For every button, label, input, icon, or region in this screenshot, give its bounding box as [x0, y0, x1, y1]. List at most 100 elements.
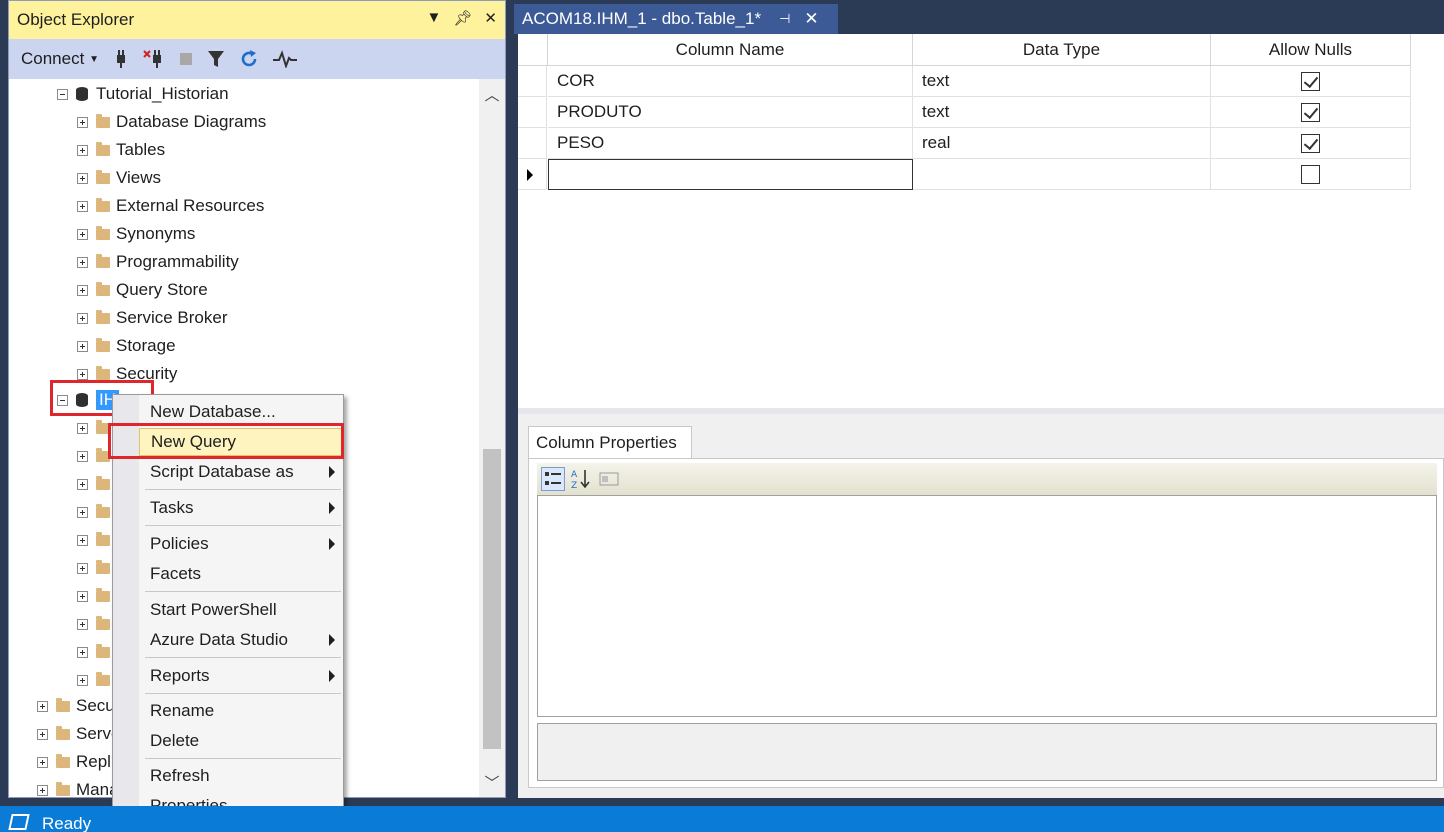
expand-icon[interactable] [77, 200, 88, 212]
tree-node-ihm-child[interactable] [77, 415, 116, 441]
tree-node-security[interactable]: Security [77, 361, 177, 387]
expand-icon[interactable] [77, 144, 88, 156]
expand-icon[interactable] [77, 674, 88, 686]
expand-icon[interactable] [77, 228, 88, 240]
close-icon[interactable]: ✕ [804, 9, 818, 29]
allow-nulls-checkbox[interactable] [1301, 102, 1320, 122]
menu-item-azure-data-studio[interactable]: Azure Data Studio [139, 626, 343, 654]
tree-node-storage[interactable]: Storage [77, 333, 176, 359]
scroll-up-icon[interactable]: ︿ [479, 81, 505, 107]
cell-data-type[interactable]: real [913, 128, 1211, 159]
menu-item-policies[interactable]: Policies [139, 530, 343, 558]
tree-node-server-security[interactable]: Secu [37, 693, 115, 719]
menu-item-script-database-as[interactable]: Script Database as [139, 458, 343, 486]
tree-node-ihm-child[interactable] [77, 611, 116, 637]
row-selector[interactable] [518, 66, 547, 97]
stop-icon[interactable] [179, 52, 193, 66]
allow-nulls-checkbox[interactable] [1301, 133, 1320, 153]
tree-node-ihm-1[interactable]: IH [57, 387, 119, 413]
tree-node-replication[interactable]: Repli [37, 749, 115, 775]
tree-node-tutorial-historian[interactable]: Tutorial_Historian [57, 81, 229, 107]
tree-node-query-store[interactable]: Query Store [77, 277, 208, 303]
expand-icon[interactable] [77, 172, 88, 184]
close-icon[interactable]: ✕ [484, 9, 497, 27]
menu-item-reports[interactable]: Reports [139, 662, 343, 690]
tree-node-ihm-child[interactable] [77, 527, 116, 553]
cell-column-name[interactable]: COR [548, 66, 913, 97]
allow-nulls-checkbox[interactable] [1301, 164, 1320, 184]
menu-item-rename[interactable]: Rename [139, 697, 343, 725]
tree-node-ihm-child[interactable] [77, 499, 116, 525]
cell-column-name[interactable]: PESO [548, 128, 913, 159]
expand-icon[interactable] [77, 478, 88, 490]
cell-data-type[interactable]: text [913, 97, 1211, 128]
menu-item-tasks[interactable]: Tasks [139, 494, 343, 522]
column-header-type[interactable]: Data Type [913, 34, 1211, 66]
expand-icon[interactable] [77, 534, 88, 546]
expand-icon[interactable] [77, 368, 88, 380]
tree-node-ihm-child[interactable] [77, 443, 116, 469]
column-header-nulls[interactable]: Allow Nulls [1211, 34, 1411, 66]
activity-monitor-icon[interactable] [272, 50, 297, 68]
pin-icon[interactable]: 📌︎ [453, 9, 472, 27]
object-explorer-scrollbar[interactable]: ︿ ﹀ [479, 79, 505, 797]
scrollbar-thumb[interactable] [483, 449, 501, 749]
window-position-icon[interactable]: ▼ [427, 9, 442, 27]
categorized-icon[interactable] [541, 467, 565, 491]
expand-icon[interactable] [37, 756, 48, 768]
disconnect-icon[interactable] [143, 49, 165, 69]
expand-icon[interactable] [77, 116, 88, 128]
menu-item-new-query[interactable]: New Query [139, 428, 343, 456]
tree-node-ihm-child[interactable] [77, 667, 116, 693]
row-selector[interactable] [518, 128, 547, 159]
row-selector[interactable] [518, 97, 547, 128]
tree-node-tables[interactable]: Tables [77, 137, 165, 163]
connect-icon[interactable] [113, 49, 129, 69]
cell-column-name-edit[interactable] [548, 159, 913, 190]
expand-icon[interactable] [37, 784, 48, 796]
expand-icon[interactable] [77, 590, 88, 602]
tree-node-synonyms[interactable]: Synonyms [77, 221, 195, 247]
tree-node-ihm-child[interactable] [77, 583, 116, 609]
pin-icon[interactable]: ⊣ [779, 11, 790, 27]
expand-icon[interactable] [37, 700, 48, 712]
document-tab[interactable]: ACOM18.IHM_1 - dbo.Table_1* ⊣ ✕ [514, 4, 838, 34]
expand-icon[interactable] [77, 422, 88, 434]
tree-node-views[interactable]: Views [77, 165, 161, 191]
expand-icon[interactable] [77, 312, 88, 324]
tree-node-database-diagrams[interactable]: Database Diagrams [77, 109, 266, 135]
tree-node-ihm-child[interactable] [77, 555, 116, 581]
expand-icon[interactable] [37, 728, 48, 740]
tree-node-external-resources[interactable]: External Resources [77, 193, 264, 219]
collapse-icon[interactable] [57, 88, 68, 100]
tree-node-ihm-child[interactable] [77, 471, 116, 497]
properties-grid[interactable] [537, 495, 1437, 717]
expand-icon[interactable] [77, 340, 88, 352]
connect-button[interactable]: Connect ▼ [21, 49, 99, 69]
filter-icon[interactable] [207, 49, 225, 69]
collapse-icon[interactable] [57, 394, 68, 406]
alphabetical-sort-icon[interactable]: AZ [569, 467, 593, 491]
tab-column-properties[interactable]: Column Properties [528, 426, 692, 458]
tree-node-server-objects[interactable]: Serve [37, 721, 120, 747]
expand-icon[interactable] [77, 506, 88, 518]
scroll-down-icon[interactable]: ﹀ [479, 769, 505, 795]
refresh-icon[interactable] [239, 49, 259, 69]
menu-item-delete[interactable]: Delete [139, 727, 343, 755]
cell-data-type[interactable]: text [913, 66, 1211, 97]
expand-icon[interactable] [77, 256, 88, 268]
tree-node-programmability[interactable]: Programmability [77, 249, 239, 275]
tree-node-management[interactable]: Mana [37, 777, 119, 799]
expand-icon[interactable] [77, 618, 88, 630]
tree-node-service-broker[interactable]: Service Broker [77, 305, 227, 331]
expand-icon[interactable] [77, 284, 88, 296]
menu-item-facets[interactable]: Facets [139, 560, 343, 588]
cell-data-type[interactable] [913, 159, 1211, 190]
allow-nulls-checkbox[interactable] [1301, 71, 1320, 91]
expand-icon[interactable] [77, 562, 88, 574]
menu-item-start-powershell[interactable]: Start PowerShell [139, 596, 343, 624]
tree-node-ihm-child[interactable] [77, 639, 116, 665]
menu-item-new-database[interactable]: New Database... [139, 398, 343, 426]
menu-item-refresh[interactable]: Refresh [139, 762, 343, 790]
expand-icon[interactable] [77, 450, 88, 462]
